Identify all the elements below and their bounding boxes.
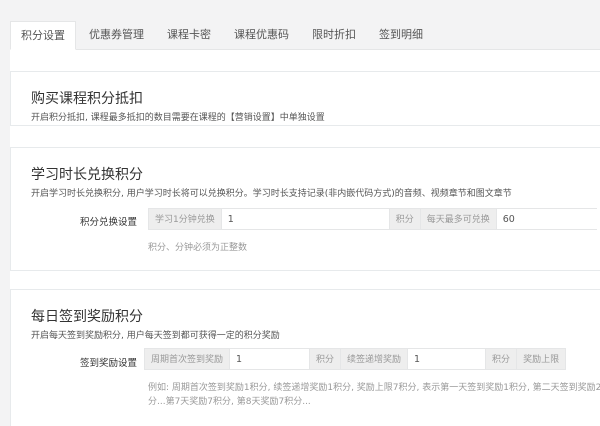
signin-max-reward-addon: 奖励上限 xyxy=(517,348,567,370)
signin-points-unit-addon-1: 积分 xyxy=(309,348,342,370)
signin-reward-input-group: 周期首次签到奖励 1 积分 续签递增奖励 1 积分 奖励上限 xyxy=(144,348,567,370)
signin-increment-input[interactable]: 1 xyxy=(408,348,486,370)
daily-signin-desc: 开启每天签到奖励积分, 用户每天签到都可获得一定的积分奖励 xyxy=(31,331,280,341)
study-exchange-desc: 开启学习时长兑换积分, 用户学习时长将可以兑换积分。学习时长支持记录(非内嵌代码… xyxy=(31,189,512,199)
signin-increment-addon: 续签递增奖励 xyxy=(341,348,409,370)
study-points-per-minute-input[interactable]: 1 xyxy=(221,208,389,230)
tab-limited-discount[interactable]: 限时折扣 xyxy=(302,21,366,49)
tab-points-settings[interactable]: 积分设置 xyxy=(10,21,76,50)
study-minutes-addon: 学习1分钟兑换 xyxy=(148,208,222,230)
content-area: 购买课程积分抵扣 开启积分抵扣, 课程最多抵扣的数目需要在课程的【营销设置】中单… xyxy=(10,50,600,426)
study-exchange-input-group: 学习1分钟兑换 1 积分 每天最多可兑换 60 xyxy=(148,208,597,230)
study-exchange-label: 积分兑换设置 xyxy=(79,217,137,228)
signin-points-unit-addon-2: 积分 xyxy=(485,348,518,370)
purchase-deduction-desc: 开启积分抵扣, 课程最多抵扣的数目需要在课程的【营销设置】中单独设置 xyxy=(31,113,325,123)
signin-first-reward-addon: 周期首次签到奖励 xyxy=(144,348,231,370)
study-points-unit-addon: 积分 xyxy=(388,208,421,230)
top-bar xyxy=(0,0,600,14)
tab-coupon-management[interactable]: 优惠券管理 xyxy=(79,21,154,49)
signin-reward-label: 签到奖励设置 xyxy=(79,358,137,369)
study-daily-max-input[interactable]: 60 xyxy=(496,208,597,230)
daily-signin-title: 每日签到奖励积分 xyxy=(31,309,143,325)
study-exchange-card: 学习时长兑换积分 开启学习时长兑换积分, 用户学习时长将可以兑换积分。学习时长支… xyxy=(10,147,600,271)
purchase-deduction-card: 购买课程积分抵扣 开启积分抵扣, 课程最多抵扣的数目需要在课程的【营销设置】中单… xyxy=(10,71,600,126)
tab-course-promo-codes[interactable]: 课程优惠码 xyxy=(224,21,299,49)
tab-signin-details[interactable]: 签到明细 xyxy=(369,21,433,49)
tab-course-card-codes[interactable]: 课程卡密 xyxy=(157,21,221,49)
signin-first-reward-input[interactable]: 1 xyxy=(230,348,310,370)
signin-reward-help-line1: 例如: 周期首次签到奖励1积分, 续签递增奖励1积分, 奖励上限7积分, 表示第… xyxy=(148,383,600,393)
study-exchange-help: 积分、分钟必须为正整数 xyxy=(148,243,248,253)
purchase-deduction-title: 购买课程积分抵扣 xyxy=(31,91,143,107)
signin-reward-help-line2: 分...第7天奖励7积分, 第8天奖励7积分... xyxy=(148,397,311,407)
daily-signin-card: 每日签到奖励积分 开启每天签到奖励积分, 用户每天签到都可获得一定的积分奖励 签… xyxy=(10,289,600,426)
tab-bar: 积分设置 优惠券管理 课程卡密 课程优惠码 限时折扣 签到明细 xyxy=(10,21,600,50)
study-exchange-title: 学习时长兑换积分 xyxy=(31,167,143,183)
study-daily-max-addon: 每天最多可兑换 xyxy=(420,208,497,230)
